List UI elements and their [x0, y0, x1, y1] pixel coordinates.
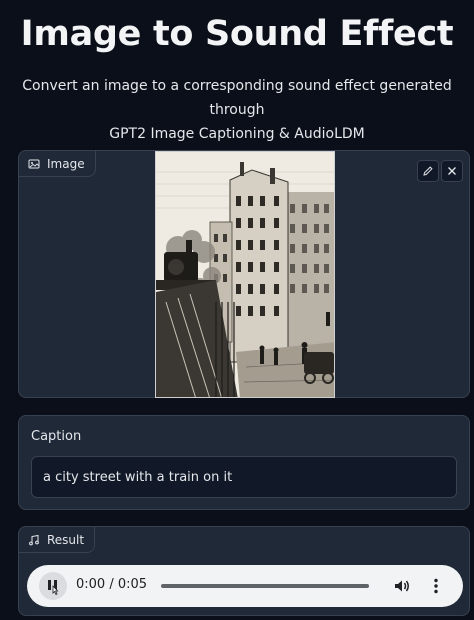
image-input-panel: Image [18, 150, 470, 398]
close-icon [448, 167, 456, 175]
caption-textbox[interactable]: a city street with a train on it [31, 456, 457, 498]
clear-image-button[interactable] [441, 160, 463, 182]
result-label-tag: Result [19, 527, 96, 553]
edit-icon [423, 166, 433, 176]
music-note-icon [29, 534, 39, 545]
subtitle-line-2: GPT2 Image Captioning & AudioLDM [109, 126, 365, 142]
pause-button[interactable] [39, 572, 67, 600]
caption-label: Caption [31, 429, 82, 444]
image-label-tag: Image [19, 151, 96, 177]
progress-slider[interactable] [161, 584, 369, 588]
volume-icon[interactable] [393, 577, 411, 595]
caption-panel: Caption a city street with a train on it [18, 415, 470, 510]
result-label: Result [47, 532, 85, 547]
page-subtitle: Convert an image to a corresponding soun… [12, 74, 462, 146]
audio-player[interactable]: 0:00 / 0:05 [27, 565, 463, 607]
pause-icon [48, 580, 59, 595]
image-label: Image [47, 156, 85, 171]
playback-time: 0:00 / 0:05 [76, 577, 148, 592]
result-panel: Result 0:00 / 0:05 [18, 526, 470, 616]
city-train-illustration [156, 152, 334, 397]
uploaded-image [155, 151, 335, 398]
edit-image-button[interactable] [417, 160, 439, 182]
image-icon [28, 159, 40, 168]
more-options-icon[interactable] [427, 577, 445, 595]
page-title: Image to Sound Effect [20, 14, 454, 54]
subtitle-line-1: Convert an image to a corresponding soun… [22, 78, 452, 118]
